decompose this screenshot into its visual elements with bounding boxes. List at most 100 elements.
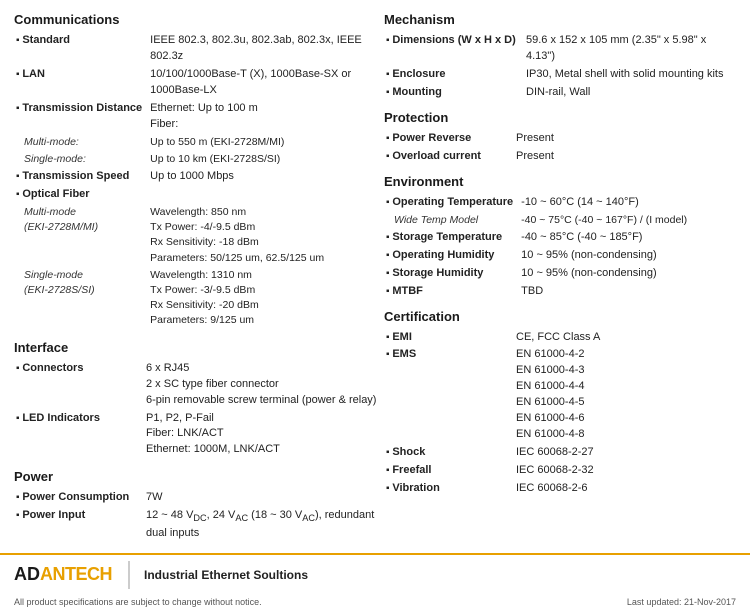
section-power: Power Power Consumption 7W Power Input 1… [14, 469, 384, 542]
label-standard: Standard [14, 32, 148, 66]
label-overload-current: Overload current [384, 148, 514, 166]
value-transmission-speed: Up to 1000 Mbps [148, 168, 384, 186]
footer-disclaimer: All product specifications are subject t… [14, 597, 262, 607]
value-standard: IEEE 802.3, 802.3u, 802.3ab, 802.3x, IEE… [148, 32, 384, 66]
value-connectors: 6 x RJ452 x SC type fiber connector6-pin… [144, 360, 384, 410]
label-connectors: Connectors [14, 360, 144, 410]
label-ems: EMS [384, 346, 514, 444]
value-singlemode-dist: Up to 10 km (EKI-2728S/SI) [148, 151, 384, 168]
section-title-power: Power [14, 469, 384, 484]
footer-bottom: All product specifications are subject t… [0, 595, 750, 611]
value-enclosure: IP30, Metal shell with solid mounting ki… [524, 66, 736, 84]
left-column: Communications Standard IEEE 802.3, 802.… [14, 12, 384, 543]
value-mounting: DIN-rail, Wall [524, 84, 736, 102]
label-enclosure: Enclosure [384, 66, 524, 84]
logo-prefix: AD [14, 564, 40, 585]
row-op-humidity: Operating Humidity 10 ~ 95% (non-condens… [384, 247, 736, 265]
footer-divider [128, 561, 130, 589]
protection-table: Power Reverse Present Overload current P… [384, 130, 736, 166]
value-mtbf: TBD [519, 283, 736, 301]
row-mounting: Mounting DIN-rail, Wall [384, 84, 736, 102]
section-title-environment: Environment [384, 174, 736, 189]
row-power-consumption: Power Consumption 7W [14, 489, 384, 507]
value-storage-temp: -40 ~ 85°C (-40 ~ 185°F) [519, 229, 736, 247]
row-optical-fiber: Optical Fiber [14, 186, 384, 204]
page-wrapper: Communications Standard IEEE 802.3, 802.… [0, 0, 750, 611]
label-mounting: Mounting [384, 84, 524, 102]
row-enclosure: Enclosure IP30, Metal shell with solid m… [384, 66, 736, 84]
value-multimode-dist: Up to 550 m (EKI-2728M/MI) [148, 134, 384, 151]
label-mtbf: MTBF [384, 283, 519, 301]
label-vibration: Vibration [384, 480, 514, 498]
value-op-temp: -10 ~ 60°C (14 ~ 140°F) [519, 194, 736, 212]
value-ems: EN 61000-4-2EN 61000-4-3EN 61000-4-4EN 6… [514, 346, 736, 444]
label-op-temp: Operating Temperature [384, 194, 519, 212]
section-communications: Communications Standard IEEE 802.3, 802.… [14, 12, 384, 330]
row-power-input: Power Input 12 ~ 48 VDC, 24 VAC (18 ~ 30… [14, 507, 384, 542]
section-protection: Protection Power Reverse Present Overloa… [384, 110, 736, 166]
label-singlemode-dist: Single-mode: [14, 151, 148, 168]
value-emi: CE, FCC Class A [514, 329, 736, 347]
value-singlemode-spec: Wavelength: 1310 nmTx Power: -3/-9.5 dBm… [148, 267, 384, 330]
row-ems: EMS EN 61000-4-2EN 61000-4-3EN 61000-4-4… [384, 346, 736, 444]
label-singlemode-spec: Single-mode (EKI-2728S/SI) [14, 267, 148, 330]
row-vibration: Vibration IEC 60068-2-6 [384, 480, 736, 498]
value-freefall: IEC 60068-2-32 [514, 462, 736, 480]
row-multimode-spec: Multi-mode (EKI-2728M/MI) Wavelength: 85… [14, 204, 384, 267]
main-content: Communications Standard IEEE 802.3, 802.… [0, 0, 750, 553]
row-op-temp: Operating Temperature -10 ~ 60°C (14 ~ 1… [384, 194, 736, 212]
value-optical-fiber [148, 186, 384, 204]
row-singlemode-spec: Single-mode (EKI-2728S/SI) Wavelength: 1… [14, 267, 384, 330]
section-interface: Interface Connectors 6 x RJ452 x SC type… [14, 340, 384, 460]
value-lan: 10/100/1000Base-T (X), 1000Base-SX or 10… [148, 66, 384, 100]
value-overload-current: Present [514, 148, 736, 166]
environment-table: Operating Temperature -10 ~ 60°C (14 ~ 1… [384, 194, 736, 301]
value-multimode-spec: Wavelength: 850 nmTx Power: -4/-9.5 dBmR… [148, 204, 384, 267]
section-mechanism: Mechanism Dimensions (W x H x D) 59.6 x … [384, 12, 736, 102]
label-shock: Shock [384, 444, 514, 462]
section-environment: Environment Operating Temperature -10 ~ … [384, 174, 736, 301]
row-led: LED Indicators P1, P2, P-FailFiber: LNK/… [14, 410, 384, 460]
row-power-reverse: Power Reverse Present [384, 130, 736, 148]
right-column: Mechanism Dimensions (W x H x D) 59.6 x … [384, 12, 736, 543]
value-power-input: 12 ~ 48 VDC, 24 VAC (18 ~ 30 VAC), redun… [144, 507, 384, 542]
row-wide-temp: Wide Temp Model -40 ~ 75°C (-40 ~ 167°F)… [384, 212, 736, 229]
value-storage-humidity: 10 ~ 95% (non-condensing) [519, 265, 736, 283]
row-transmission-distance: Transmission Distance Ethernet: Up to 10… [14, 100, 384, 134]
value-led: P1, P2, P-FailFiber: LNK/ACTEthernet: 10… [144, 410, 384, 460]
value-power-consumption: 7W [144, 489, 384, 507]
footer-tagline: Industrial Ethernet Soultions [144, 568, 308, 582]
label-led: LED Indicators [14, 410, 144, 460]
value-vibration: IEC 60068-2-6 [514, 480, 736, 498]
label-dimensions: Dimensions (W x H x D) [384, 32, 524, 66]
footer: ADANTECH Industrial Ethernet Soultions [0, 553, 750, 595]
mechanism-table: Dimensions (W x H x D) 59.6 x 152 x 105 … [384, 32, 736, 102]
row-transmission-speed: Transmission Speed Up to 1000 Mbps [14, 168, 384, 186]
footer-logo: ADANTECH [14, 564, 112, 585]
row-dimensions: Dimensions (W x H x D) 59.6 x 152 x 105 … [384, 32, 736, 66]
row-storage-humidity: Storage Humidity 10 ~ 95% (non-condensin… [384, 265, 736, 283]
label-emi: EMI [384, 329, 514, 347]
row-connectors: Connectors 6 x RJ452 x SC type fiber con… [14, 360, 384, 410]
value-transmission-distance: Ethernet: Up to 100 mFiber: [148, 100, 384, 134]
section-title-protection: Protection [384, 110, 736, 125]
value-dimensions: 59.6 x 152 x 105 mm (2.35" x 5.98" x 4.1… [524, 32, 736, 66]
label-optical-fiber: Optical Fiber [14, 186, 148, 204]
interface-table: Connectors 6 x RJ452 x SC type fiber con… [14, 360, 384, 460]
value-power-reverse: Present [514, 130, 736, 148]
label-transmission-speed: Transmission Speed [14, 168, 148, 186]
label-transmission-distance: Transmission Distance [14, 100, 148, 134]
label-storage-temp: Storage Temperature [384, 229, 519, 247]
label-lan: LAN [14, 66, 148, 100]
label-power-consumption: Power Consumption [14, 489, 144, 507]
communications-table: Standard IEEE 802.3, 802.3u, 802.3ab, 80… [14, 32, 384, 330]
row-overload-current: Overload current Present [384, 148, 736, 166]
row-emi: EMI CE, FCC Class A [384, 329, 736, 347]
footer-container: ADANTECH Industrial Ethernet Soultions A… [0, 553, 750, 611]
section-title-communications: Communications [14, 12, 384, 27]
row-storage-temp: Storage Temperature -40 ~ 85°C (-40 ~ 18… [384, 229, 736, 247]
logo-brand: ANTECH [40, 564, 112, 585]
label-freefall: Freefall [384, 462, 514, 480]
row-multimode-dist: Multi-mode: Up to 550 m (EKI-2728M/MI) [14, 134, 384, 151]
row-standard: Standard IEEE 802.3, 802.3u, 802.3ab, 80… [14, 32, 384, 66]
